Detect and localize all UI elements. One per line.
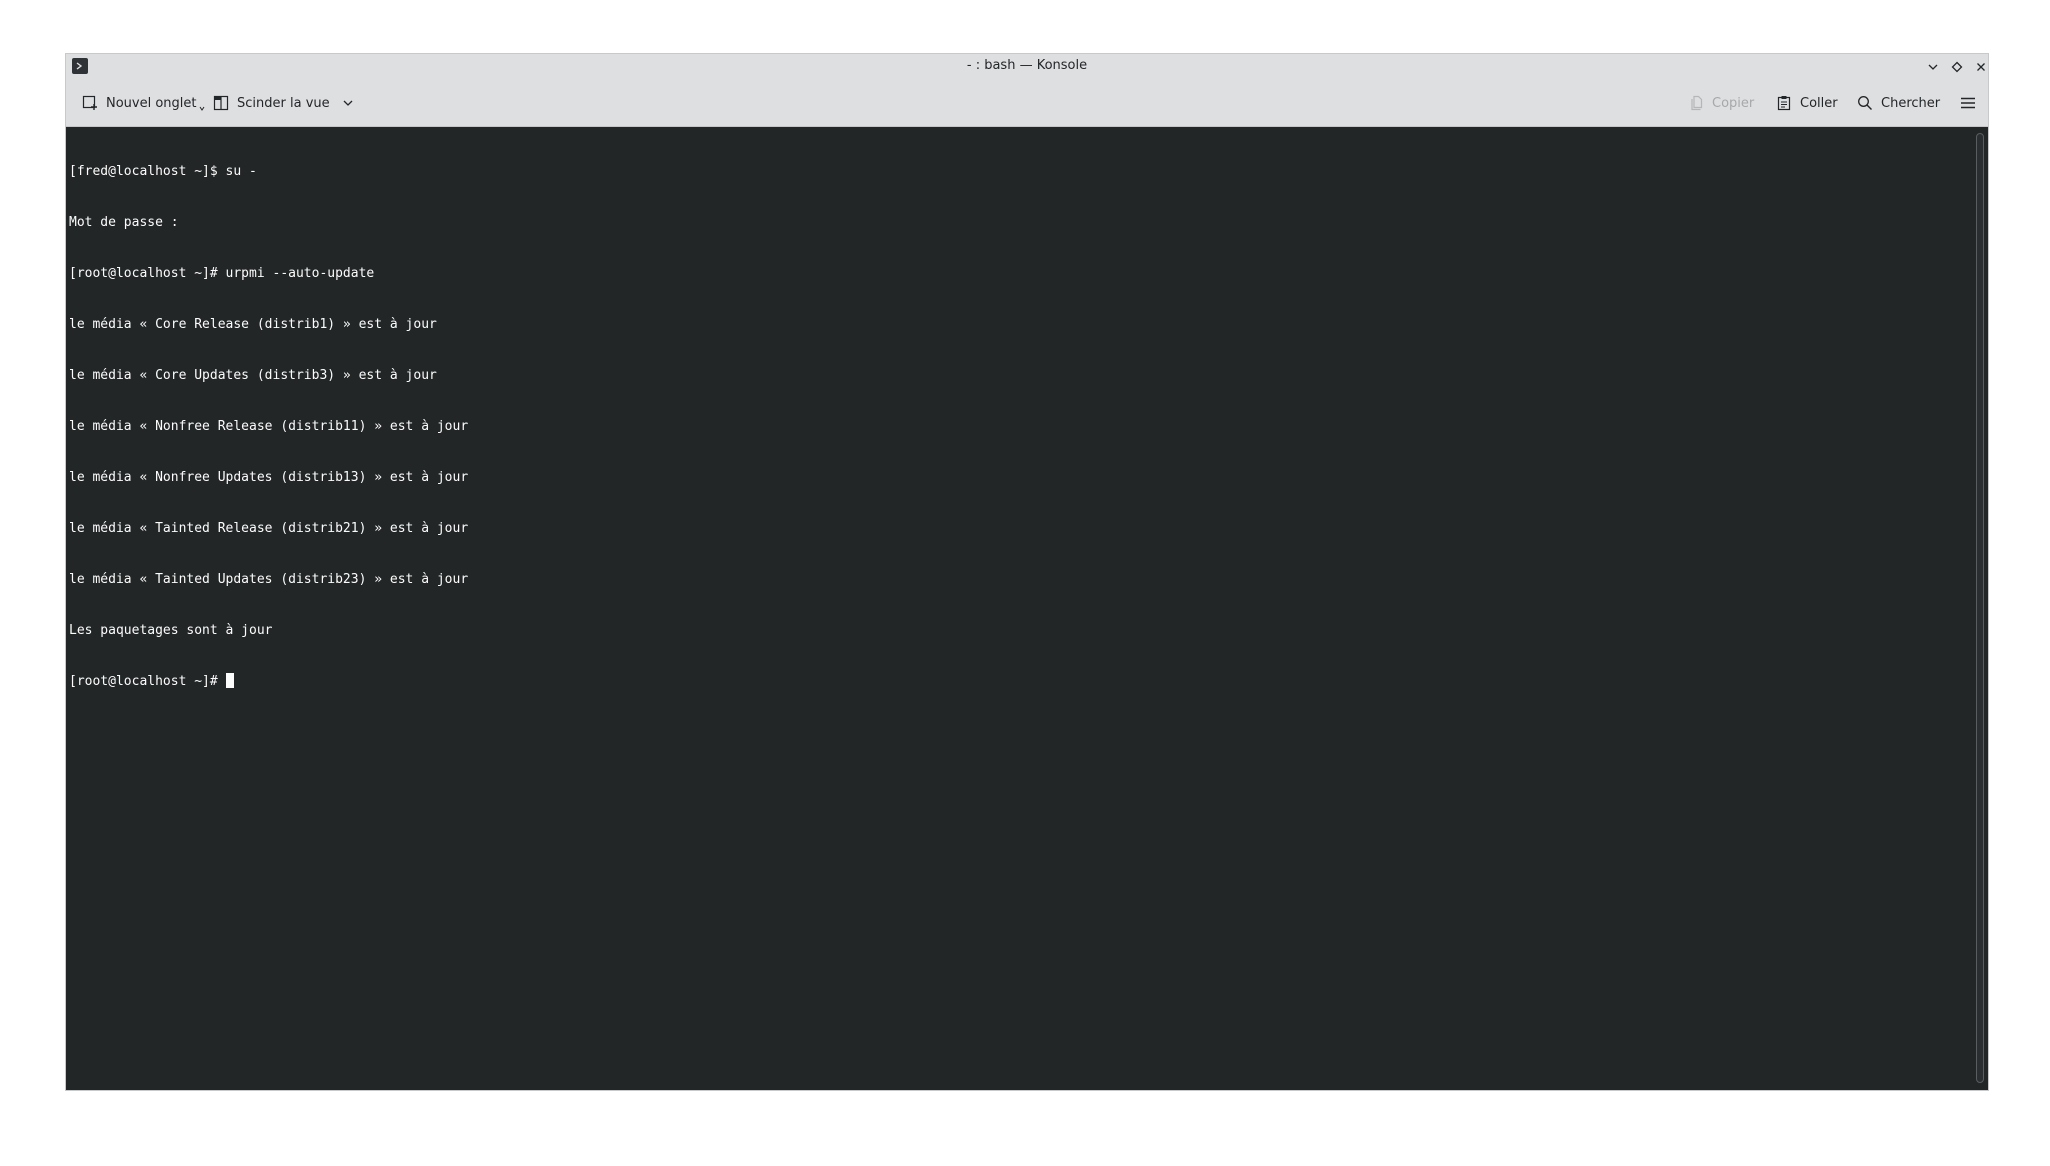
terminal-line: [fred@localhost ~]$ su - — [69, 164, 257, 179]
terminal-line: le média « Tainted Release (distrib21) »… — [69, 521, 469, 536]
terminal-line: Mot de passe : — [69, 215, 179, 230]
search-label: Chercher — [1881, 95, 1941, 111]
new-tab-button[interactable]: Nouvel onglet — [82, 90, 205, 116]
split-view-label: Scinder la vue — [237, 95, 330, 111]
menu-button[interactable] — [1960, 90, 1976, 116]
diamond-icon — [1951, 61, 1963, 73]
terminal-line: le média « Tainted Updates (distrib23) »… — [69, 572, 469, 587]
chevron-down-icon — [343, 100, 353, 106]
paste-icon — [1777, 96, 1791, 111]
copy-button[interactable]: Copier — [1688, 90, 1754, 116]
hamburger-menu-icon — [1961, 97, 1975, 109]
text-cursor — [225, 673, 234, 688]
paste-label: Coller — [1800, 95, 1838, 111]
terminal-line: [root@localhost ~]# urpmi --auto-update — [69, 266, 375, 281]
terminal-scrollbar[interactable] — [1976, 133, 1984, 1083]
split-view-button[interactable]: Scinder la vue — [213, 90, 354, 116]
terminal-prompt-line[interactable]: [root@localhost ~]# — [69, 673, 468, 690]
minimize-button[interactable] — [1923, 57, 1943, 77]
terminal-view[interactable]: [fred@localhost ~]$ su - Mot de passe : … — [66, 127, 1988, 1090]
terminal-line: Les paquetages sont à jour — [69, 623, 273, 638]
terminal-line: le média « Nonfree Updates (distrib13) »… — [69, 470, 469, 485]
toolbar: Nouvel onglet Scinder la vue Copier Coll… — [66, 80, 1988, 127]
new-tab-icon — [82, 95, 97, 110]
window-title: - : bash — Konsole — [966, 58, 1088, 73]
chevron-down-icon — [1928, 64, 1938, 70]
search-icon — [1858, 96, 1872, 110]
new-tab-label: Nouvel onglet — [106, 95, 197, 111]
search-button[interactable]: Chercher — [1857, 90, 1940, 116]
terminal-line: le média « Core Release (distrib1) » est… — [69, 317, 437, 332]
paste-button[interactable]: Coller — [1776, 90, 1838, 116]
terminal-line: le média « Core Updates (distrib3) » est… — [69, 368, 437, 383]
konsole-window: - : bash — Konsole Nouvel onglet Scinder… — [66, 54, 1988, 1090]
maximize-button[interactable] — [1947, 57, 1967, 77]
split-view-icon — [213, 95, 229, 111]
copy-label: Copier — [1712, 95, 1755, 111]
dropdown-corner-icon — [199, 106, 204, 111]
terminal-line: le média « Nonfree Release (distrib11) »… — [69, 419, 469, 434]
copy-icon — [1691, 95, 1703, 111]
close-button[interactable] — [1971, 57, 1991, 77]
title-bar[interactable]: - : bash — Konsole — [66, 54, 1988, 80]
terminal-prompt: [root@localhost ~]# — [69, 674, 226, 689]
terminal-output: [fred@localhost ~]$ su - Mot de passe : … — [69, 129, 468, 724]
close-icon — [1977, 63, 1985, 71]
